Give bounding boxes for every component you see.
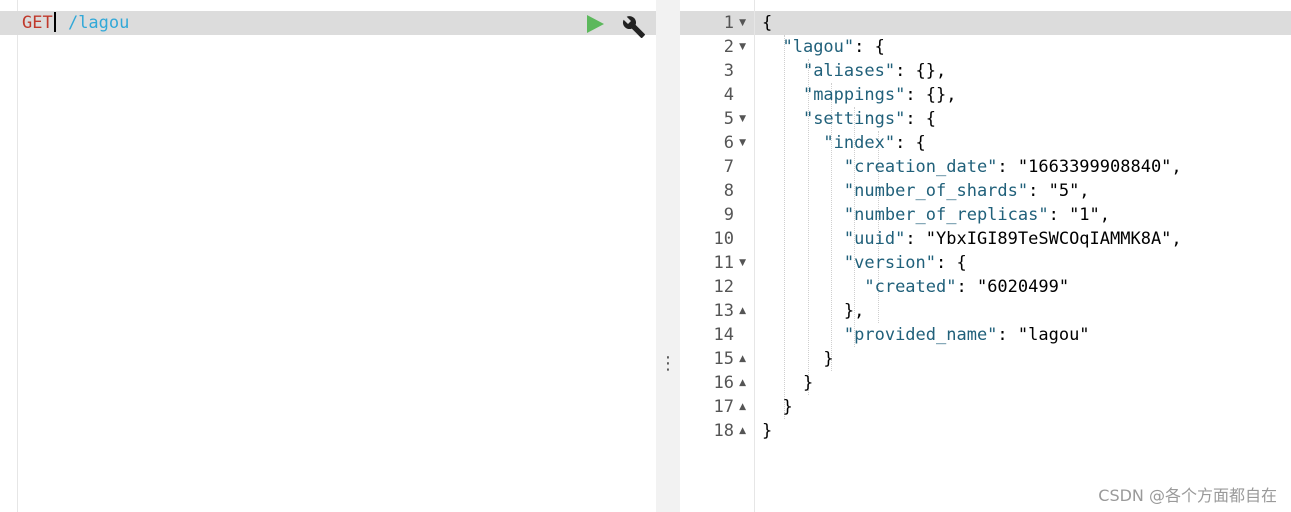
request-editor[interactable]: GET /lagou bbox=[0, 0, 656, 512]
json-key: "settings" bbox=[802, 109, 906, 129]
request-gutter bbox=[0, 0, 18, 512]
line-number: 4 bbox=[723, 85, 734, 105]
line-number-14: 14 bbox=[680, 323, 750, 347]
line-number: 14 bbox=[713, 325, 734, 345]
fold-open-icon[interactable]: ▼ bbox=[739, 131, 746, 155]
code-line: "settings": { bbox=[802, 109, 937, 129]
code-line: } bbox=[762, 421, 773, 441]
code-line: } bbox=[762, 397, 793, 417]
line-number-17: 17 ▲ bbox=[680, 395, 750, 419]
fold-close-icon[interactable]: ▲ bbox=[739, 347, 746, 371]
line-number-16: 16 ▲ bbox=[680, 371, 750, 395]
json-key: "creation_date" bbox=[843, 157, 998, 177]
line-number: 2 bbox=[723, 37, 734, 57]
pane-resize-handle[interactable]: ⋮ bbox=[656, 0, 680, 512]
json-key: "number_of_replicas" bbox=[843, 205, 1049, 225]
code-line: "created": "6020499" bbox=[864, 277, 1070, 297]
code-line: "index": { bbox=[823, 133, 926, 153]
line-number: 3 bbox=[723, 61, 734, 81]
fold-open-icon[interactable]: ▼ bbox=[739, 251, 746, 275]
fold-close-icon[interactable]: ▲ bbox=[739, 395, 746, 419]
line-number-8: 8 bbox=[680, 179, 750, 203]
http-method[interactable]: GET bbox=[22, 13, 53, 33]
line-number-4: 4 bbox=[680, 83, 750, 107]
line-number-7: 7 bbox=[680, 155, 750, 179]
line-number-12: 12 bbox=[680, 275, 750, 299]
request-path[interactable]: /lagou bbox=[58, 13, 129, 33]
code-line: "number_of_replicas": "1", bbox=[843, 205, 1111, 225]
line-number-13: 13 ▲ bbox=[680, 299, 750, 323]
line-number-11: 11 ▼ bbox=[680, 251, 750, 275]
response-viewer[interactable]: 1 ▼{2 ▼ "lagou": {3 "aliases": {}, 4 "mappi… bbox=[680, 0, 1291, 512]
request-line[interactable]: GET /lagou bbox=[22, 11, 129, 35]
code-line: "creation_date": "1663399908840", bbox=[843, 157, 1182, 177]
line-number-9: 9 bbox=[680, 203, 750, 227]
line-number: 9 bbox=[723, 205, 734, 225]
request-settings-button[interactable] bbox=[622, 15, 646, 43]
line-number: 12 bbox=[713, 277, 734, 297]
text-cursor bbox=[53, 12, 56, 32]
code-line: { bbox=[762, 13, 773, 33]
fold-open-icon[interactable]: ▼ bbox=[739, 107, 746, 131]
line-number-18: 18 ▲ bbox=[680, 419, 750, 443]
line-number-10: 10 bbox=[680, 227, 750, 251]
line-number-15: 15 ▲ bbox=[680, 347, 750, 371]
code-line: } bbox=[762, 373, 814, 393]
line-number: 11 bbox=[713, 253, 734, 273]
line-number: 10 bbox=[713, 229, 734, 249]
line-number-2: 2 ▼ bbox=[680, 35, 750, 59]
fold-close-icon[interactable]: ▲ bbox=[739, 371, 746, 395]
json-key: "number_of_shards" bbox=[843, 181, 1029, 201]
fold-open-icon[interactable]: ▼ bbox=[739, 35, 746, 59]
wrench-icon bbox=[622, 16, 645, 38]
line-number-6: 6 ▼ bbox=[680, 131, 750, 155]
vertical-ellipsis-icon: ⋮ bbox=[659, 353, 677, 374]
line-number: 15 bbox=[713, 349, 734, 369]
code-line: "provided_name": "lagou" bbox=[843, 325, 1090, 345]
line-number: 18 bbox=[713, 421, 734, 441]
fold-close-icon[interactable]: ▲ bbox=[739, 299, 746, 323]
json-key: "index" bbox=[823, 133, 896, 153]
json-key: "uuid" bbox=[843, 229, 906, 249]
gutter-border bbox=[754, 0, 755, 512]
fold-close-icon[interactable]: ▲ bbox=[739, 419, 746, 443]
line-number: 8 bbox=[723, 181, 734, 201]
code-line: "uuid": "YbxIGI89TeSWCOqIAMMK8A", bbox=[843, 229, 1182, 249]
line-number-3: 3 bbox=[680, 59, 750, 83]
code-line: "aliases": {}, bbox=[802, 61, 947, 81]
line-number: 17 bbox=[713, 397, 734, 417]
code-line: "lagou": { bbox=[782, 37, 885, 57]
line-number: 1 bbox=[723, 13, 734, 33]
json-key: "created" bbox=[864, 277, 957, 297]
code-line: "version": { bbox=[843, 253, 967, 273]
line-number-5: 5 ▼ bbox=[680, 107, 750, 131]
json-key: "provided_name" bbox=[843, 325, 998, 345]
json-key: "aliases" bbox=[802, 61, 896, 81]
json-key: "version" bbox=[843, 253, 937, 273]
run-request-button[interactable] bbox=[585, 14, 605, 38]
line-number: 16 bbox=[713, 373, 734, 393]
code-line: }, bbox=[762, 301, 865, 321]
json-key: "mappings" bbox=[802, 85, 906, 105]
watermark: CSDN @各个方面都自在 bbox=[1098, 486, 1277, 505]
line-number: 13 bbox=[713, 301, 734, 321]
play-triangle-icon bbox=[587, 15, 604, 33]
code-line: } bbox=[762, 349, 834, 369]
line-number: 5 bbox=[723, 109, 734, 129]
line-number: 7 bbox=[723, 157, 734, 177]
json-key: "lagou" bbox=[782, 37, 855, 57]
line-number-1: 1 ▼ bbox=[680, 11, 750, 35]
code-line: "mappings": {}, bbox=[802, 85, 957, 105]
code-line: "number_of_shards": "5", bbox=[843, 181, 1090, 201]
line-number: 6 bbox=[723, 133, 734, 153]
fold-open-icon[interactable]: ▼ bbox=[739, 11, 746, 35]
